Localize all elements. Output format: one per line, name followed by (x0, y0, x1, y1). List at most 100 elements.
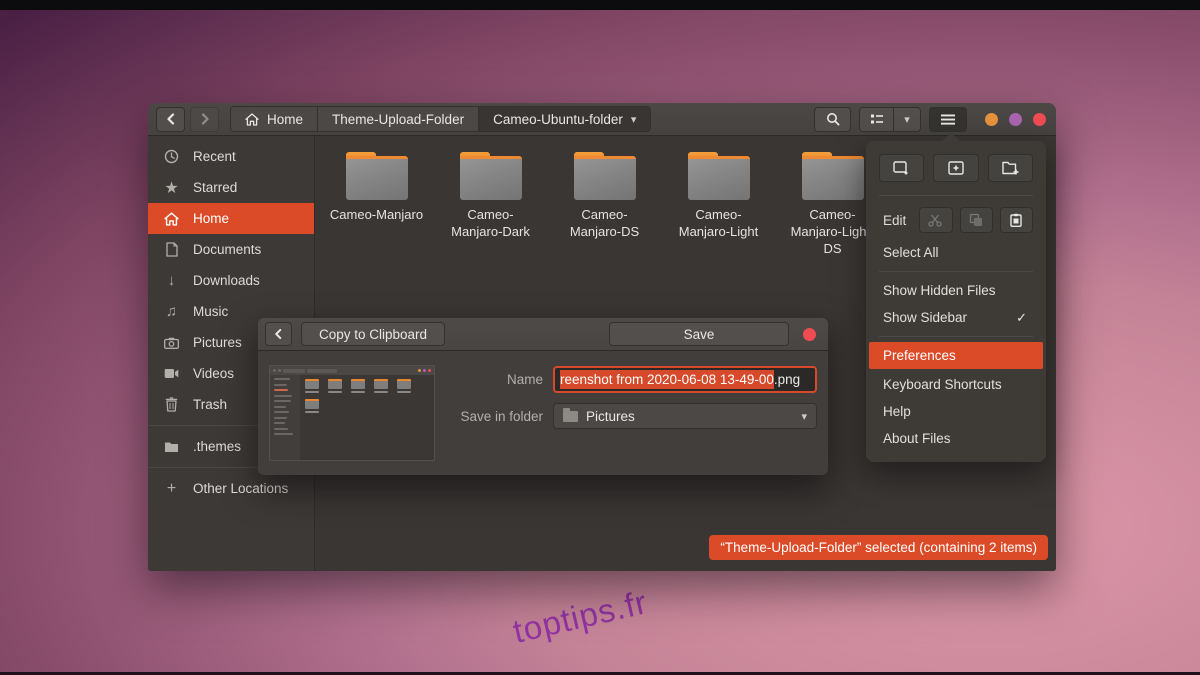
copy-button[interactable] (960, 207, 993, 233)
dialog-form: Name reenshot from 2020-06-08 13-49-00 .… (451, 365, 817, 463)
close-button[interactable] (1033, 113, 1046, 126)
headerbar: Home Theme-Upload-Folder Cameo-Ubuntu-fo… (148, 103, 1056, 136)
menu-item-help[interactable]: Help (866, 398, 1046, 425)
dialog-headerbar: Copy to Clipboard Save (258, 318, 828, 351)
sidebar-item-label: Downloads (193, 273, 260, 288)
hamburger-menu: Edit Select All Show Hidden Files Show S… (866, 141, 1046, 462)
save-in-folder-label: Save in folder (451, 409, 543, 424)
new-folder-icon (1002, 161, 1019, 175)
view-options-dropdown[interactable]: ▾ (894, 108, 920, 131)
edit-row: Edit (866, 201, 1046, 239)
new-window-button[interactable] (933, 154, 978, 182)
watermark: toptips.fr (509, 583, 651, 651)
save-screenshot-dialog: Copy to Clipboard Save (258, 318, 828, 475)
filename-extension: .png (774, 372, 800, 387)
folder-label: Cameo-Manjaro-DS (557, 207, 652, 241)
back-button[interactable] (156, 107, 185, 132)
sidebar-item-documents[interactable]: Documents (148, 234, 314, 265)
sidebar-item-label: Recent (193, 149, 236, 164)
path-home-label: Home (267, 112, 303, 127)
hamburger-icon (941, 114, 955, 125)
chevron-left-icon (274, 328, 283, 340)
dialog-body: Name reenshot from 2020-06-08 13-49-00 .… (258, 351, 828, 475)
folder-icon (574, 152, 636, 200)
dialog-close-button[interactable] (803, 328, 816, 341)
folder-select-dropdown[interactable]: Pictures ▾ (553, 403, 817, 429)
path-cameo-ubuntu-folder[interactable]: Cameo-Ubuntu-folder ▾ (479, 107, 650, 131)
sidebar-item-starred[interactable]: ★ Starred (148, 172, 314, 203)
scissors-icon (928, 214, 943, 227)
folder-icon (163, 441, 180, 453)
new-folder-button[interactable] (988, 154, 1033, 182)
folder-grid: Cameo-Manjaro Cameo-Manjaro-Dark Cameo-M… (329, 152, 880, 258)
path-home[interactable]: Home (231, 107, 318, 131)
check-icon: ✓ (1016, 310, 1029, 326)
folder-cameo-manjaro-ds[interactable]: Cameo-Manjaro-DS (557, 152, 652, 258)
new-window-icon (948, 161, 964, 175)
folder-label: Cameo-Manjaro-Dark (443, 207, 538, 241)
filename-input[interactable]: reenshot from 2020-06-08 13-49-00 .png (553, 366, 817, 393)
path-theme-upload-folder[interactable]: Theme-Upload-Folder (318, 107, 479, 131)
forward-button[interactable] (190, 107, 219, 132)
name-row: Name reenshot from 2020-06-08 13-49-00 .… (451, 366, 817, 393)
new-tab-icon (893, 161, 910, 175)
menu-item-select-all[interactable]: Select All (866, 239, 1046, 266)
paste-button[interactable] (1000, 207, 1033, 233)
sidebar-item-other-locations[interactable]: + Other Locations (148, 473, 314, 504)
copy-icon (969, 213, 983, 227)
video-camera-icon (163, 368, 180, 379)
edit-label: Edit (883, 213, 906, 228)
chevron-left-icon (166, 113, 176, 125)
menu-icon-row (866, 150, 1046, 190)
menu-item-show-hidden-files[interactable]: Show Hidden Files (866, 277, 1046, 304)
home-icon (245, 113, 259, 126)
list-view-icon[interactable] (860, 108, 894, 131)
menu-item-about-files[interactable]: About Files (866, 425, 1046, 452)
chevron-down-icon: ▾ (904, 113, 910, 126)
sidebar-item-recent[interactable]: Recent (148, 141, 314, 172)
path-label: Cameo-Ubuntu-folder (493, 112, 623, 127)
path-label: Theme-Upload-Folder (332, 112, 464, 127)
menu-item-preferences[interactable]: Preferences (869, 342, 1043, 369)
folder-label: Cameo-Manjaro-Light (671, 207, 766, 241)
screenshot-thumbnail (269, 365, 435, 461)
trash-icon (163, 397, 180, 412)
folder-icon (688, 152, 750, 200)
sidebar-item-home[interactable]: Home (148, 203, 314, 234)
toolbar-right: ▾ (814, 107, 1048, 132)
minimize-button[interactable] (985, 113, 998, 126)
music-note-icon: ♫ (163, 303, 180, 320)
menu-separator (879, 271, 1033, 272)
save-button[interactable]: Save (609, 322, 789, 346)
sidebar-item-downloads[interactable]: ↓ Downloads (148, 265, 314, 296)
search-button[interactable] (814, 107, 851, 132)
menu-item-keyboard-shortcuts[interactable]: Keyboard Shortcuts (866, 371, 1046, 398)
folder-select-value: Pictures (586, 409, 635, 424)
window-controls (985, 113, 1046, 126)
folder-icon (346, 152, 408, 200)
copy-to-clipboard-button[interactable]: Copy to Clipboard (301, 322, 445, 346)
sidebar-item-label: .themes (193, 439, 241, 454)
new-tab-button[interactable] (879, 154, 924, 182)
hamburger-menu-button[interactable] (929, 107, 967, 132)
menu-item-label: Show Sidebar (883, 310, 967, 325)
view-toggle-button[interactable]: ▾ (859, 107, 921, 132)
breadcrumb: Home Theme-Upload-Folder Cameo-Ubuntu-fo… (230, 106, 651, 132)
dialog-back-button[interactable] (265, 322, 292, 346)
download-icon: ↓ (163, 272, 180, 289)
sidebar-item-label: Starred (193, 180, 237, 195)
selection-status-badge: “Theme-Upload-Folder” selected (containi… (709, 535, 1048, 560)
folder-cameo-manjaro[interactable]: Cameo-Manjaro (329, 152, 424, 258)
clipboard-icon (1010, 213, 1022, 227)
folder-cameo-manjaro-light[interactable]: Cameo-Manjaro-Light (671, 152, 766, 258)
folder-icon (563, 411, 578, 422)
sidebar-item-label: Documents (193, 242, 261, 257)
folder-cameo-manjaro-dark[interactable]: Cameo-Manjaro-Dark (443, 152, 538, 258)
thumbnail-sidebar (270, 375, 300, 460)
menu-item-show-sidebar[interactable]: Show Sidebar ✓ (866, 304, 1046, 331)
maximize-button[interactable] (1009, 113, 1022, 126)
plus-icon: + (163, 480, 180, 498)
cut-button[interactable] (919, 207, 952, 233)
folder-icon (460, 152, 522, 200)
home-icon (163, 212, 180, 226)
